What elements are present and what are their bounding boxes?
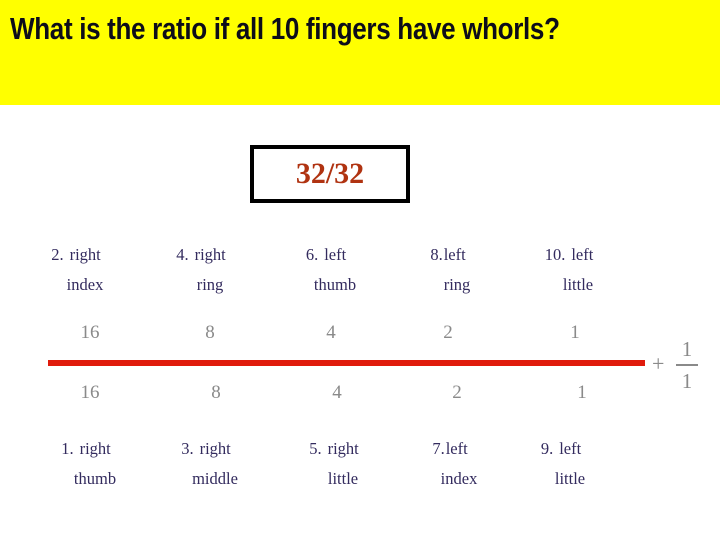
slide-canvas: What is the ratio if all 10 fingers have…: [0, 0, 720, 540]
numerator-value: 2: [443, 322, 453, 343]
finger-digit: thumb: [73, 469, 117, 488]
finger-number: 7.: [432, 439, 445, 458]
finger-hand: right: [327, 439, 359, 458]
plus-sign: +: [652, 351, 665, 376]
numerator-row: 16 8 4 2 1: [0, 318, 720, 348]
finger-label-6: 6. left thumb: [260, 240, 392, 300]
finger-hand: left: [324, 245, 347, 264]
small-fraction-numerator: 1: [681, 337, 693, 361]
finger-digit: little: [554, 469, 586, 488]
ratio-fraction: 16 8 4 2 1 16 8 4 2 1: [0, 318, 720, 414]
finger-hand: right: [79, 439, 111, 458]
numerator-value: 4: [326, 322, 336, 343]
finger-label-1: 1. right thumb: [20, 434, 152, 494]
finger-digit: little: [327, 469, 359, 488]
ratio-value: 32/32: [295, 157, 365, 190]
finger-label-2: 2. right index: [10, 240, 142, 300]
denominator-value: 8: [211, 382, 221, 403]
finger-digit: index: [66, 275, 104, 294]
small-fraction: 1 1: [674, 334, 700, 396]
fraction-bar: [48, 360, 645, 366]
finger-label-9: 9. left little: [495, 434, 627, 494]
finger-hand: left: [559, 439, 582, 458]
finger-label-8: 8.left ring: [382, 240, 514, 300]
finger-number: 3.: [181, 439, 194, 458]
finger-digit: middle: [192, 469, 238, 488]
finger-hand: right: [199, 439, 231, 458]
finger-number: 2.: [51, 245, 64, 264]
finger-number: 4.: [176, 245, 189, 264]
finger-digit: ring: [443, 275, 471, 294]
finger-digit: little: [562, 275, 594, 294]
finger-number: 5.: [309, 439, 322, 458]
denominator-value: 16: [80, 382, 100, 403]
finger-label-5: 5. right little: [268, 434, 400, 494]
finger-digit: ring: [196, 275, 224, 294]
finger-label-10: 10. left little: [503, 240, 635, 300]
denominator-value: 2: [452, 382, 462, 403]
numerator-value: 8: [205, 322, 215, 343]
finger-number: 1.: [61, 439, 74, 458]
finger-digit: thumb: [313, 275, 357, 294]
finger-hand: right: [194, 245, 226, 264]
finger-hand: left: [571, 245, 594, 264]
page-title: What is the ratio if all 10 fingers have…: [10, 11, 560, 46]
denominator-value: 1: [577, 382, 587, 403]
top-finger-label-row: 2. right index 4. right ring 6. left thumb …: [0, 240, 720, 302]
finger-hand: right: [69, 245, 101, 264]
denominator-value: 4: [332, 382, 342, 403]
bottom-finger-label-row: 1. right thumb 3. right middle 5. right lit…: [0, 434, 720, 496]
denominator-row: 16 8 4 2 1: [0, 378, 720, 408]
numerator-value: 1: [570, 322, 580, 343]
finger-hand: left: [445, 439, 468, 458]
title-banner: What is the ratio if all 10 fingers have…: [0, 0, 720, 105]
numerator-value: 16: [80, 322, 100, 343]
finger-number: 10.: [544, 245, 566, 264]
finger-number: 8.: [430, 245, 443, 264]
finger-label-3: 3. right middle: [140, 434, 272, 494]
finger-number: 9.: [540, 439, 554, 458]
finger-number: 6.: [305, 245, 319, 264]
ratio-box: 32/32: [250, 145, 410, 203]
finger-hand: left: [443, 245, 466, 264]
plus-fraction-tail: + 1 1: [652, 332, 718, 408]
finger-label-4: 4. right ring: [135, 240, 267, 300]
small-fraction-denominator: 1: [681, 369, 693, 393]
